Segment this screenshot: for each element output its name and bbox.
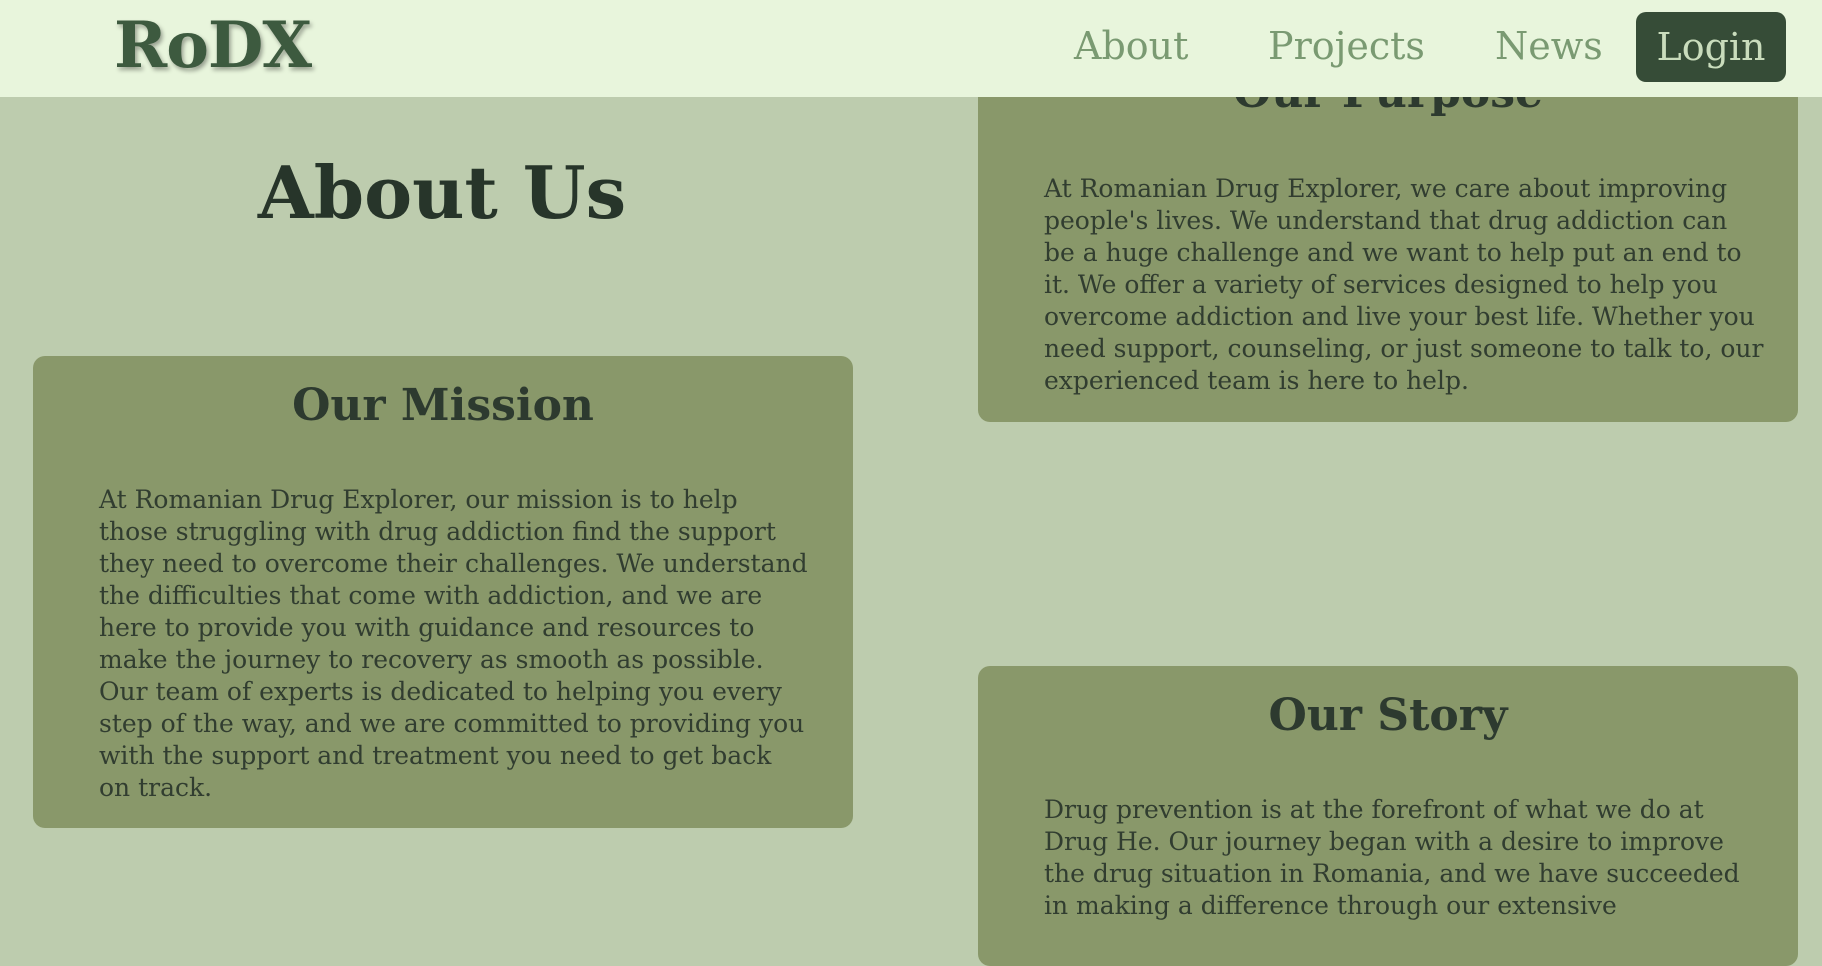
mission-text: At Romanian Drug Explorer, our mission i… — [99, 485, 808, 802]
nav-link-projects[interactable]: Projects — [1268, 24, 1425, 68]
story-heading: Our Story — [1268, 690, 1508, 741]
nav-link-about[interactable]: About — [1074, 24, 1188, 68]
brand-logo[interactable]: RoDX — [114, 8, 312, 83]
login-button[interactable]: Login — [1636, 12, 1786, 82]
page-title: About Us — [257, 150, 627, 235]
mission-heading: Our Mission — [292, 380, 594, 431]
story-text: Drug prevention is at the forefront of w… — [1044, 795, 1740, 920]
nav-link-news[interactable]: News — [1495, 24, 1603, 68]
story-card: Our Story Drug prevention is at the fore… — [978, 666, 1798, 966]
purpose-card: Our Purpose At Romanian Drug Explorer, w… — [978, 60, 1798, 422]
top-navbar: RoDX About Projects News Login — [0, 0, 1822, 97]
mission-card: Our Mission At Romanian Drug Explorer, o… — [33, 356, 853, 828]
purpose-text: At Romanian Drug Explorer, we care about… — [1044, 174, 1764, 395]
